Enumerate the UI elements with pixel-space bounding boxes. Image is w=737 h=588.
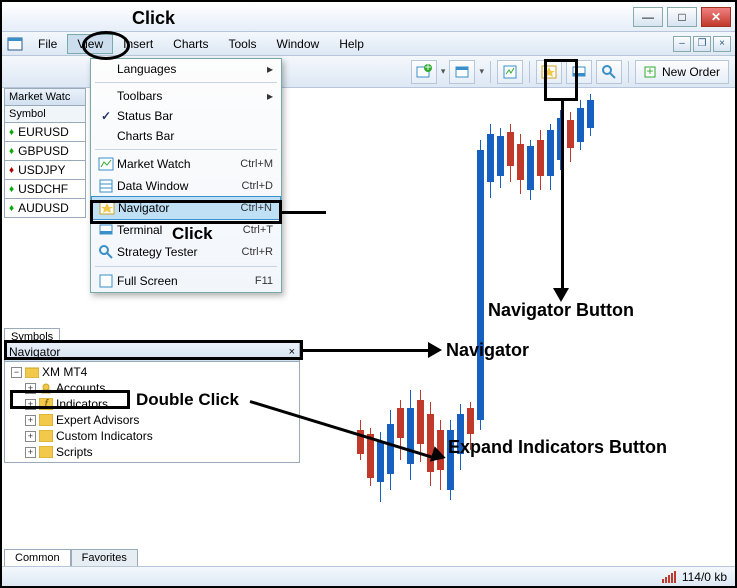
custom-ind-icon (38, 429, 54, 443)
menu-item-strategy-tester[interactable]: Strategy TesterCtrl+R (91, 241, 281, 263)
toolbar-new-chart-button[interactable]: + (411, 60, 437, 84)
window-minimize-button[interactable]: — (633, 7, 663, 27)
annotation-box (4, 340, 303, 360)
toolbar-new-order-button[interactable]: + New Order (635, 60, 729, 84)
new-order-label: New Order (662, 65, 720, 79)
up-icon: ♦ (9, 146, 14, 157)
connection-icon (662, 571, 676, 583)
annotation-label: Double Click (136, 390, 239, 410)
tree-row[interactable]: − XM MT4 (5, 364, 299, 380)
svg-text:+: + (646, 65, 653, 78)
tab-common[interactable]: Common (4, 549, 71, 566)
terminal-icon (95, 222, 117, 238)
view-dropdown: Languages▸ Toolbars▸ ✓Status Bar Charts … (90, 58, 282, 293)
scripts-icon (38, 445, 54, 459)
strategy-tester-icon (95, 244, 117, 260)
toolbar-tester-button[interactable] (596, 60, 622, 84)
navigator-tabs: Common Favorites (4, 549, 138, 566)
ea-icon (38, 413, 54, 427)
annotation-box (10, 390, 130, 409)
market-watch-row[interactable]: ♦GBPUSD (4, 142, 86, 161)
annotation-circle (82, 31, 130, 60)
tree-row[interactable]: + Expert Advisors (5, 412, 299, 428)
annotation-line (561, 101, 564, 293)
annotation-label: Navigator (446, 340, 529, 361)
annotation-label: Navigator Button (488, 300, 634, 321)
mdi-restore-button[interactable]: ❐ (693, 36, 711, 52)
data-window-icon (95, 178, 117, 194)
market-watch-row[interactable]: ♦USDJPY (4, 161, 86, 180)
expand-icon[interactable]: − (11, 367, 22, 378)
annotation-line (282, 211, 326, 214)
tab-favorites[interactable]: Favorites (71, 549, 138, 566)
menu-file[interactable]: File (28, 34, 67, 54)
market-watch-row[interactable]: ♦AUDUSD (4, 199, 86, 218)
menu-window[interactable]: Window (267, 34, 330, 54)
market-watch-header: Symbol (4, 106, 86, 123)
status-rate: 114/0 kb (682, 570, 727, 584)
mdi-close-button[interactable]: × (713, 36, 731, 52)
menu-item-languages[interactable]: Languages▸ (91, 59, 281, 79)
down-icon: ♦ (9, 165, 14, 176)
market-watch-title: Market Watc (4, 88, 86, 106)
toolbar-market-watch-button[interactable] (497, 60, 523, 84)
fullscreen-icon (95, 273, 117, 289)
menu-item-toolbars[interactable]: Toolbars▸ (91, 86, 281, 106)
market-watch-icon (95, 156, 117, 172)
toolbar-profiles-button[interactable] (449, 60, 475, 84)
svg-text:+: + (424, 64, 431, 74)
window-close-button[interactable]: ✕ (701, 7, 731, 27)
annotation-label: Expand Indicators Button (448, 436, 667, 458)
expand-icon[interactable]: + (25, 415, 36, 426)
up-icon: ♦ (9, 203, 14, 214)
menu-help[interactable]: Help (329, 34, 374, 54)
chart-area[interactable] (302, 90, 731, 564)
market-watch-row[interactable]: ♦USDCHF (4, 180, 86, 199)
menu-item-status-bar[interactable]: ✓Status Bar (91, 106, 281, 126)
menu-charts[interactable]: Charts (163, 34, 218, 54)
app-icon (6, 35, 24, 53)
menu-tools[interactable]: Tools (219, 34, 267, 54)
mdi-minimize-button[interactable]: – (673, 36, 691, 52)
up-icon: ♦ (9, 127, 14, 138)
market-watch-panel: Market Watc Symbol ♦EURUSD ♦GBPUSD ♦USDJ… (4, 88, 86, 345)
annotation-line (303, 349, 433, 352)
arrowhead-icon (428, 342, 442, 358)
market-watch-row[interactable]: ♦EURUSD (4, 123, 86, 142)
window-maximize-button[interactable]: □ (667, 7, 697, 27)
annotation-label: Click (132, 8, 175, 29)
menu-item-data-window[interactable]: Data WindowCtrl+D (91, 175, 281, 197)
tree-row[interactable]: + Custom Indicators (5, 428, 299, 444)
annotation-box (90, 200, 282, 224)
menu-item-market-watch[interactable]: Market WatchCtrl+M (91, 153, 281, 175)
expand-icon[interactable]: + (25, 431, 36, 442)
up-icon: ♦ (9, 184, 14, 195)
menu-item-charts-bar[interactable]: Charts Bar (91, 126, 281, 146)
tree-row[interactable]: + Scripts (5, 444, 299, 460)
annotation-label: Click (172, 224, 213, 244)
folder-icon (24, 365, 40, 379)
expand-icon[interactable]: + (25, 447, 36, 458)
status-bar: 114/0 kb (2, 566, 735, 586)
annotation-box (544, 59, 578, 101)
menu-item-full-screen[interactable]: Full ScreenF11 (91, 270, 281, 292)
window-titlebar: — □ ✕ (2, 2, 735, 32)
